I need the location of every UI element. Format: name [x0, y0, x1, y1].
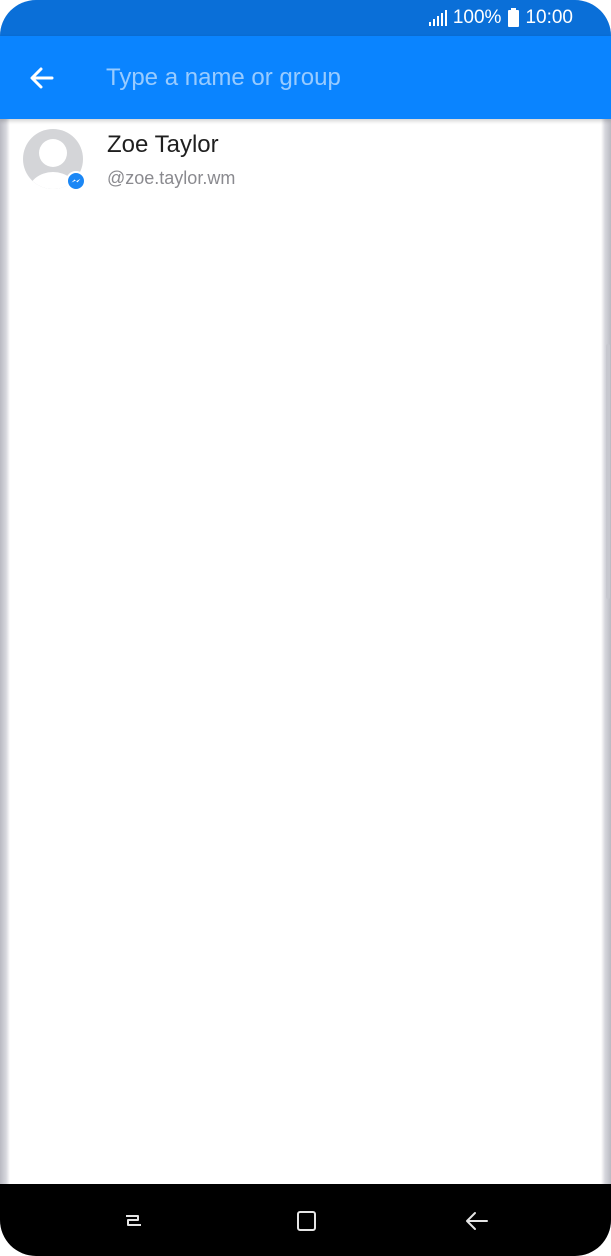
- contact-result-row[interactable]: Zoe Taylor @zoe.taylor.wm: [0, 119, 611, 203]
- back-button[interactable]: [22, 56, 62, 100]
- back-icon: [466, 1212, 488, 1230]
- search-input[interactable]: [106, 58, 556, 98]
- status-time: 10:00: [525, 7, 573, 28]
- system-back-button[interactable]: [457, 1201, 497, 1241]
- battery-percent: 100%: [452, 7, 502, 28]
- phone-screen: 100% 10:00 Type a name or group Zoe Tayl…: [0, 0, 611, 1256]
- recent-apps-icon: [126, 1215, 141, 1226]
- messenger-badge-icon: [66, 171, 86, 191]
- contact-avatar: [23, 129, 86, 191]
- device-right-edge: [601, 0, 611, 1256]
- arrow-back-icon: [30, 67, 54, 89]
- side-hardware-button: [606, 344, 610, 599]
- battery-icon: [508, 7, 520, 27]
- search-app-bar: [0, 36, 611, 119]
- recent-apps-button[interactable]: [113, 1201, 153, 1241]
- navigation-bar: [0, 1184, 611, 1256]
- home-icon: [297, 1211, 316, 1231]
- status-bar: 100% 10:00: [0, 0, 611, 36]
- contact-name: Zoe Taylor: [107, 131, 219, 158]
- contact-handle: @zoe.taylor.wm: [107, 168, 236, 188]
- device-left-edge: [0, 0, 10, 1256]
- signal-icon: [428, 10, 447, 26]
- home-button[interactable]: [286, 1201, 326, 1241]
- search-results-list: Zoe Taylor @zoe.taylor.wm: [0, 119, 611, 1184]
